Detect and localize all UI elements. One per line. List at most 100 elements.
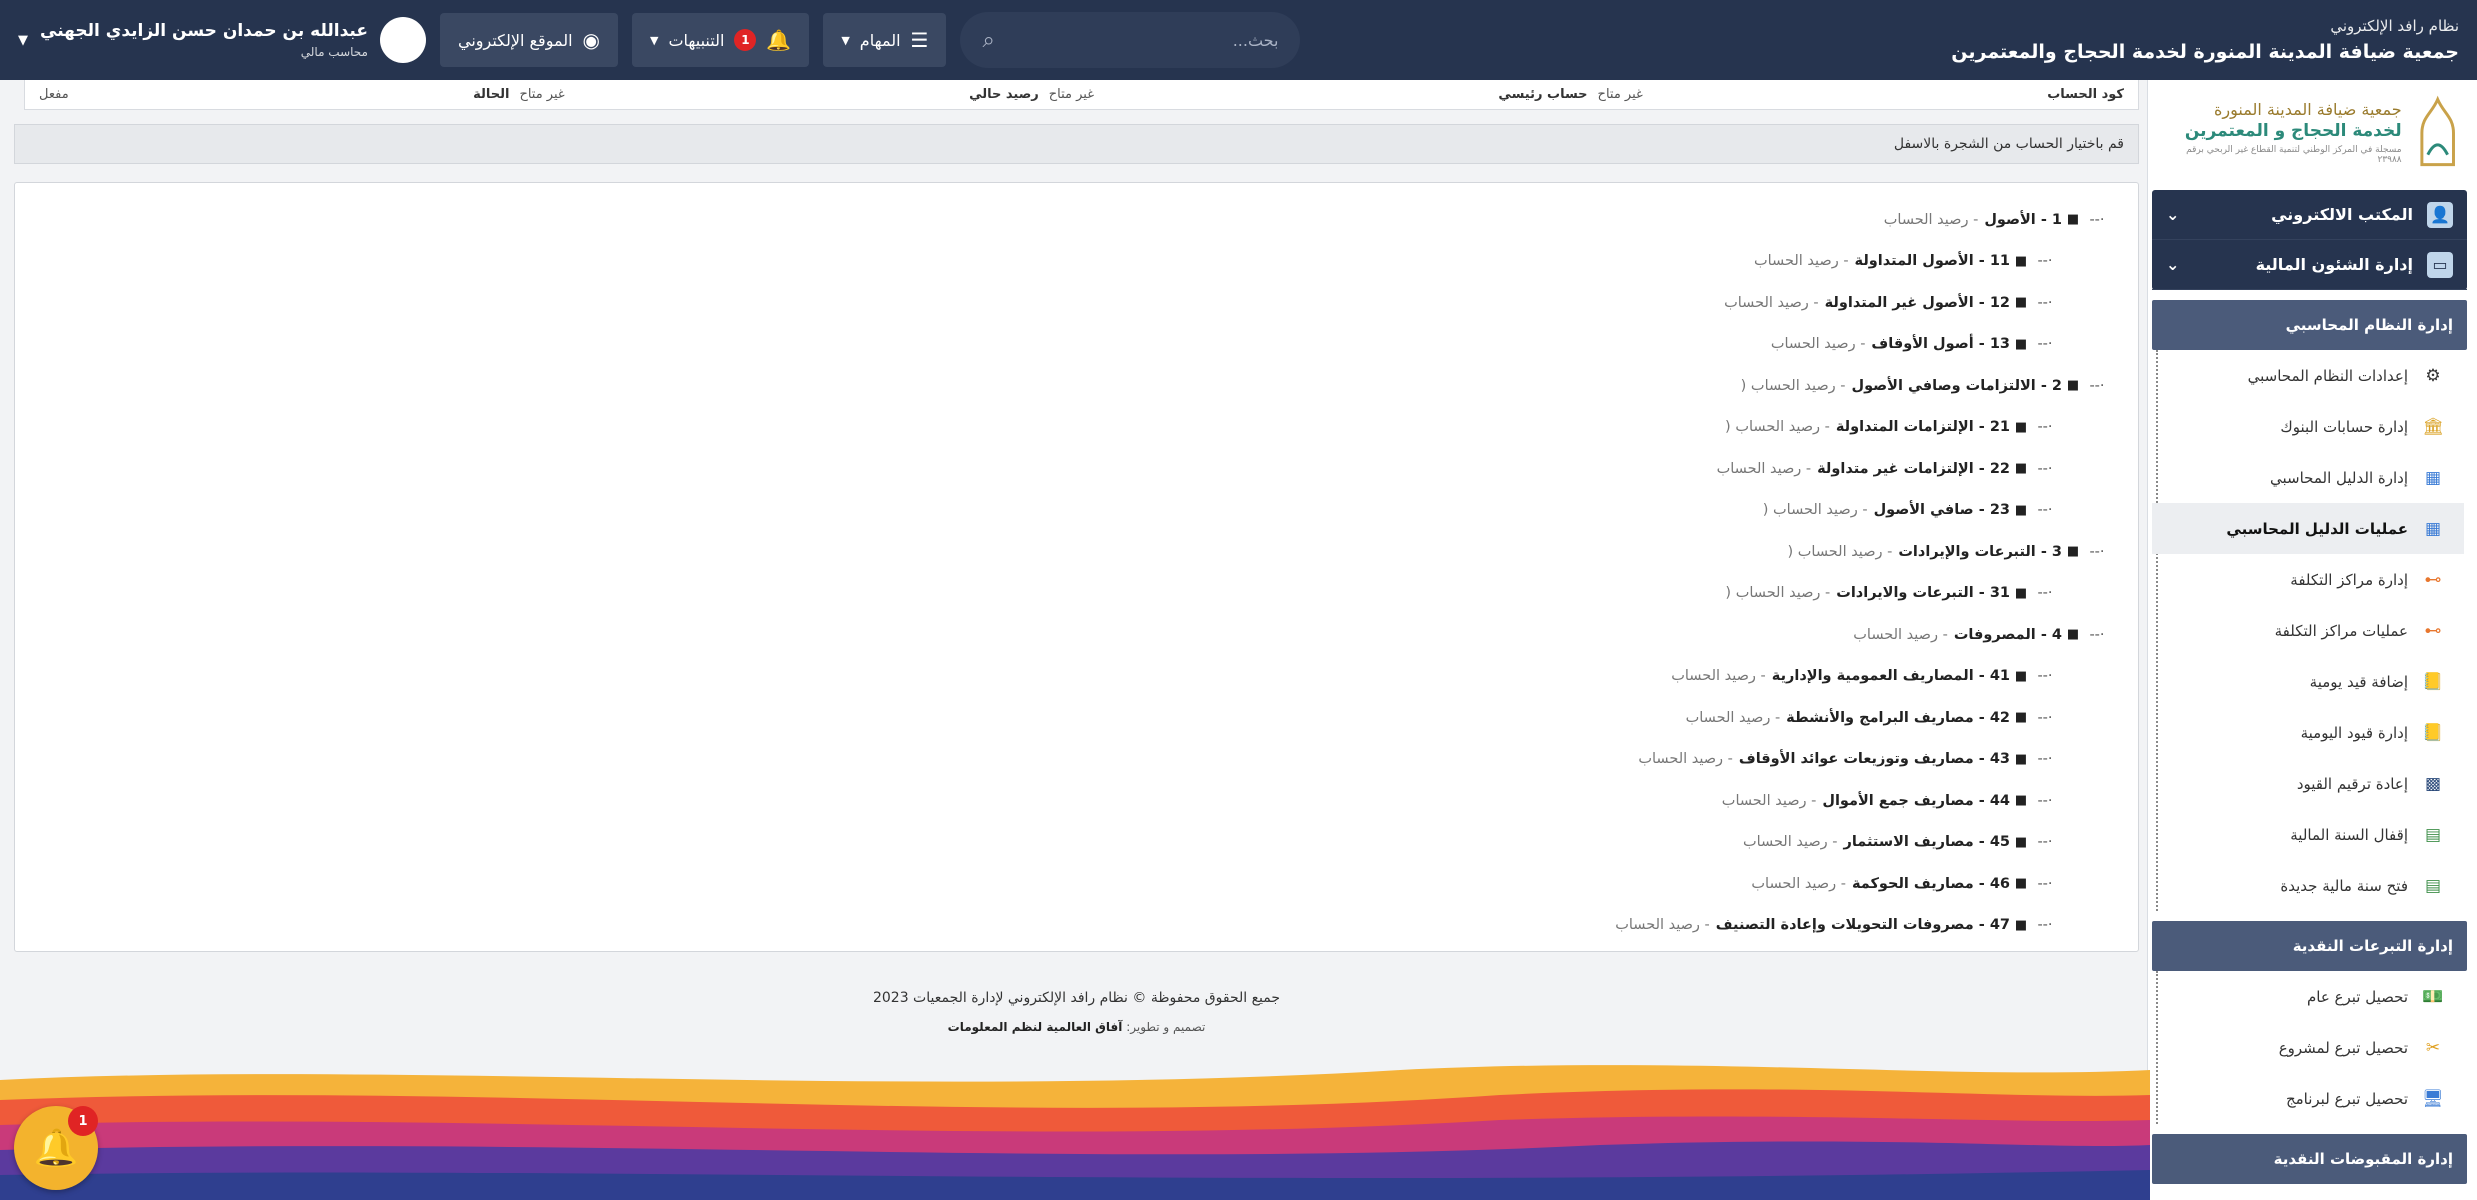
section-accounting-system[interactable]: إدارة النظام المحاسبي: [2152, 300, 2467, 350]
tree-node-label[interactable]: 31 - التبرعات والايرادات: [1836, 585, 2010, 601]
tree-node[interactable]: ·-- ■ 41 - المصاريف العمومية والإدارية - ر…: [1615, 656, 2058, 698]
folder-icon[interactable]: ■: [2010, 254, 2032, 269]
tree-node[interactable]: ·-- ■ 23 - صافي الأصول - رصيد الحساب (: [1615, 490, 2058, 532]
tree-node[interactable]: ·-- ■ 45 - مصاريف الاستثمار - رصيد الحساب: [1615, 822, 2058, 864]
tree-node[interactable]: ·-- ■ 31 - التبرعات والايرادات - رصيد الحس…: [1615, 573, 2058, 615]
menu-bank-accounts[interactable]: 🏛 إدارة حسابات البنوك: [2152, 401, 2464, 452]
folder-icon[interactable]: ■: [2010, 337, 2032, 352]
folder-icon[interactable]: ■: [2010, 752, 2032, 767]
balance-label: رصيد حالي: [969, 87, 1039, 102]
folder-icon[interactable]: ■: [2010, 793, 2032, 808]
folder-icon[interactable]: ■: [2010, 710, 2032, 725]
folder-icon[interactable]: ■: [2010, 295, 2032, 310]
tree-node[interactable]: ·-- ■ 3 - التبرعات والإيرادات - رصيد الحسا…: [1615, 531, 2110, 573]
tree-node-label[interactable]: 4 - المصروفات: [1954, 627, 2062, 643]
menu-program-donation[interactable]: 🖥 تحصيل تبرع لبرنامج: [2152, 1073, 2464, 1124]
folder-icon[interactable]: ■: [2010, 918, 2032, 933]
menu-add-journal-entry[interactable]: 📒 إضافة قيد يومية: [2152, 656, 2464, 707]
alerts-button[interactable]: 🔔 1 التنبيهات ▼: [631, 13, 810, 67]
nav-financial-affairs[interactable]: ▭ إدارة الشئون المالية ⌄: [2152, 240, 2467, 290]
search-icon[interactable]: ⌕: [982, 28, 994, 53]
tree-node-label[interactable]: 45 - مصاريف الاستثمار: [1844, 834, 2011, 850]
tree-node-label[interactable]: 22 - الإلتزامات غير متداولة: [1817, 461, 2010, 477]
tree-node[interactable]: ·-- ■ 11 - الأصول المتداولة - رصيد الحساب: [1615, 241, 2058, 283]
tree-node[interactable]: ·-- ■ 42 - مصاريف البرامج والأنشطة - رصيد …: [1615, 697, 2058, 739]
section-cash-donations[interactable]: إدارة التبرعات النقدية: [2152, 921, 2467, 971]
folder-icon[interactable]: ■: [2010, 420, 2032, 435]
tree-node-label[interactable]: 42 - مصاريف البرامج والأنشطة: [1786, 710, 2010, 726]
tree-node-label[interactable]: 3 - التبرعات والإيرادات: [1898, 544, 2062, 560]
tree-node-label[interactable]: 43 - مصاريف وتوزيعات عوائد الأوقاف: [1739, 751, 2010, 767]
notifications-fab[interactable]: 🔔 1: [14, 1106, 98, 1190]
menu-accounting-settings[interactable]: ⚙ إعدادات النظام المحاسبي: [2152, 350, 2464, 401]
tree-node-label[interactable]: 21 - الإلتزامات المتداولة: [1836, 419, 2010, 435]
avatar[interactable]: [379, 17, 426, 63]
menu-cost-centers[interactable]: ⊶ إدارة مراكز التكلفة: [2152, 554, 2464, 605]
folder-icon[interactable]: ■: [2010, 835, 2032, 850]
tree-node-label[interactable]: 12 - الأصول غير المتداولة: [1825, 295, 2010, 311]
logo-line-2: لخدمة الحجاج و المعتمرين: [2184, 120, 2402, 141]
tree-node[interactable]: ·-- ■ 2 - الالتزامات وصافي الأصول - رصيد ا…: [1615, 365, 2110, 407]
bank-icon: 🏛: [2422, 416, 2444, 437]
tree-node-label[interactable]: 46 - مصاريف الحوكمة: [1852, 876, 2010, 892]
tree-node[interactable]: ·-- ■ 1 - الأصول - رصيد الحساب: [1615, 199, 2110, 241]
folder-icon[interactable]: ■: [2010, 876, 2032, 891]
tree-connector: ·--: [2037, 917, 2053, 934]
menu-project-donation[interactable]: ✂ تحصيل تبرع لمشروع: [2152, 1022, 2464, 1073]
folder-icon[interactable]: ■: [2062, 544, 2084, 559]
search-input[interactable]: [1028, 30, 1279, 50]
tree-node-label[interactable]: 41 - المصاريف العمومية والإدارية: [1772, 668, 2010, 684]
status-label: الحالة: [473, 87, 510, 102]
tree-node[interactable]: ·-- ■ 4 - المصروفات - رصيد الحساب: [1615, 614, 2110, 656]
folder-icon[interactable]: ■: [2010, 669, 2032, 684]
user-menu[interactable]: ▼ عبدالله بن حمدان حسن الزايدي الجهني مح…: [18, 17, 426, 63]
tree-connector: ·--: [2037, 875, 2053, 892]
tree-connector: ·--: [2089, 211, 2105, 228]
folder-icon[interactable]: ■: [2062, 212, 2084, 227]
tree-node[interactable]: ·-- ■ 47 - مصروفات التحويلات وإعادة التصني…: [1615, 905, 2058, 947]
user-role: محاسب مالي: [300, 45, 368, 59]
tree-node-label[interactable]: 47 - مصروفات التحويلات وإعادة التصنيف: [1716, 917, 2010, 933]
tree-node[interactable]: ·-- ■ 46 - مصاريف الحوكمة - رصيد الحساب: [1615, 863, 2058, 905]
menu-chart-operations[interactable]: ▦ عمليات الدليل المحاسبي: [2152, 503, 2464, 554]
top-header: نظام رافد الإلكتروني جمعية ضيافة المدينة…: [0, 0, 2477, 80]
tree-node[interactable]: ·-- ■ 44 - مصاريف جمع الأموال - رصيد الحسا…: [1615, 780, 2058, 822]
tree-node[interactable]: ·-- ■ 43 - مصاريف وتوزيعات عوائد الأوقاف -…: [1615, 739, 2058, 781]
menu-renumber-entries[interactable]: ▩ إعادة ترقيم القيود: [2152, 758, 2464, 809]
tree-connector: ·--: [2037, 502, 2053, 519]
tree-node-label[interactable]: 1 - الأصول: [1984, 212, 2062, 228]
tree-node[interactable]: ·-- ■ 21 - الإلتزامات المتداولة - رصيد الح…: [1615, 407, 2058, 449]
menu-open-fiscal-year[interactable]: ▤ فتح سنة مالية جديدة: [2152, 860, 2464, 911]
folder-icon[interactable]: ■: [2062, 627, 2084, 642]
chevron-down-icon: ⌄: [2166, 205, 2180, 224]
tree-node-label[interactable]: 2 - الالتزامات وصافي الأصول: [1851, 378, 2062, 394]
tree-node[interactable]: ·-- ■ 22 - الإلتزامات غير متداولة - رصيد ا…: [1615, 448, 2058, 490]
menu-cost-centers-ops[interactable]: ⊶ عمليات مراكز التكلفة: [2152, 605, 2464, 656]
folder-icon[interactable]: ■: [2062, 378, 2084, 393]
menu-general-donation[interactable]: 💵 تحصيل تبرع عام: [2152, 971, 2464, 1022]
menu-journal-entries[interactable]: 📒 إدارة قيود اليومية: [2152, 707, 2464, 758]
tree-node-label[interactable]: 44 - مصاريف جمع الأموال: [1822, 793, 2010, 809]
tree-connector: ·--: [2037, 792, 2053, 809]
menu-chart-of-accounts[interactable]: ▦ إدارة الدليل المحاسبي: [2152, 452, 2464, 503]
tree-connector: ·--: [2037, 834, 2053, 851]
nav-e-office[interactable]: 👤 المكتب الالكتروني ⌄: [2152, 190, 2467, 240]
folder-icon[interactable]: ■: [2010, 503, 2032, 518]
tree-node[interactable]: ·-- ■ 12 - الأصول غير المتداولة - رصيد الح…: [1615, 282, 2058, 324]
tree-node-label[interactable]: 13 - أصول الأوقاف: [1871, 336, 2010, 352]
tree-node-label[interactable]: 11 - الأصول المتداولة: [1855, 253, 2010, 269]
section-cash-receipts[interactable]: إدارة المقبوضات النقدية: [2152, 1134, 2467, 1184]
chevron-down-icon[interactable]: ▼: [18, 33, 28, 48]
tree-node[interactable]: ·-- ■ 13 - أصول الأوقاف - رصيد الحساب: [1615, 324, 2058, 366]
tree-node-balance: - رصيد الحساب (: [1725, 419, 1830, 436]
tasks-button[interactable]: ☰ المهام ▼: [823, 13, 947, 67]
website-button[interactable]: ◉ الموقع الإلكتروني: [439, 13, 618, 67]
search-box[interactable]: ⌕: [960, 12, 1301, 68]
monitor-icon: 🖥: [2422, 1088, 2444, 1109]
user-icon: 👤: [2427, 201, 2453, 228]
folder-icon[interactable]: ■: [2010, 461, 2032, 476]
tree-node-label[interactable]: 23 - صافي الأصول: [1874, 502, 2010, 518]
menu-close-fiscal-year[interactable]: ▤ إقفال السنة المالية: [2152, 809, 2464, 860]
folder-icon[interactable]: ■: [2010, 586, 2032, 601]
tree-connector: ·--: [2037, 751, 2053, 768]
